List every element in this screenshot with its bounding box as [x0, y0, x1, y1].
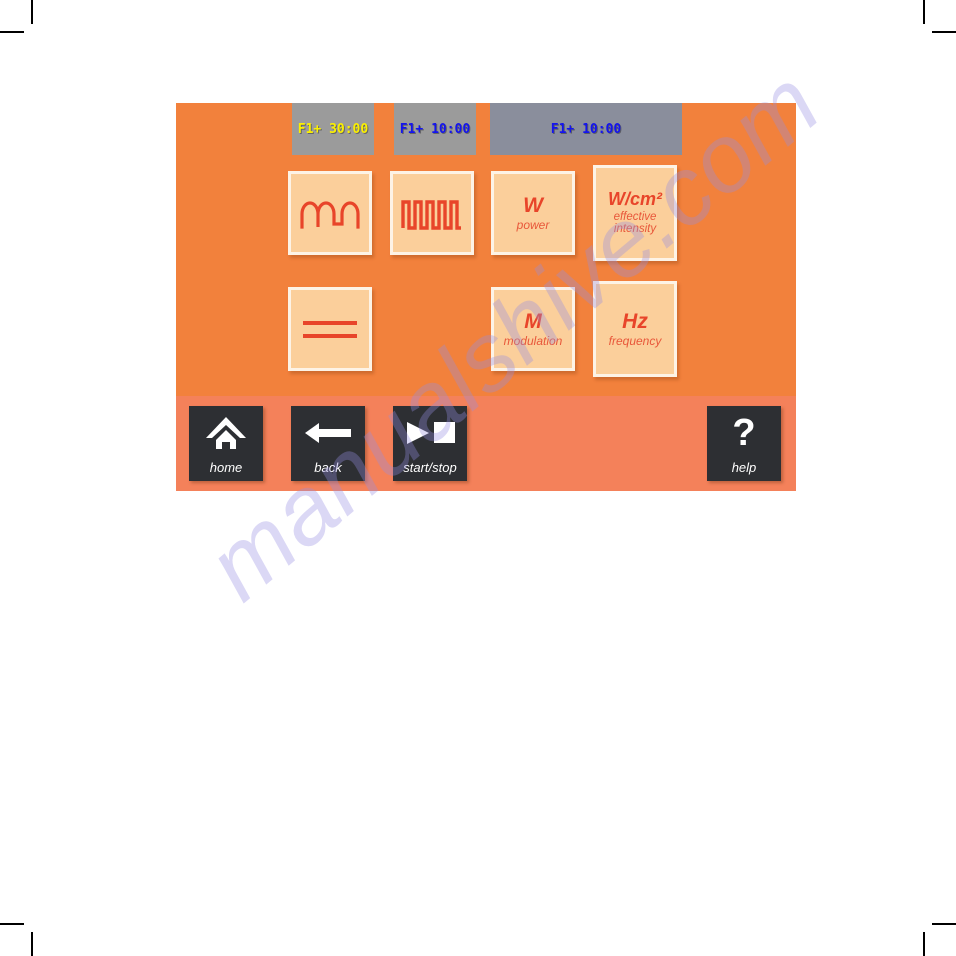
effective-intensity-button[interactable]: W/cm² effective intensity [593, 165, 677, 261]
continuous-wave-icon [301, 316, 359, 342]
crop-mark-top-right-horizontal [932, 31, 956, 33]
start-stop-label: start/stop [403, 460, 457, 475]
power-button[interactable]: W power [491, 171, 575, 255]
program-tab-1[interactable]: F1+ 30:00 [292, 103, 374, 155]
program-tab-3-label: F1+ 10:00 [550, 121, 622, 137]
pulsed-wave-icon [299, 196, 361, 230]
bottom-nav-bar: home back start/stop ? help [176, 396, 796, 491]
crop-mark-bottom-right-horizontal [932, 923, 956, 925]
frequency-label: frequency [608, 333, 662, 348]
crop-mark-top-right-vertical [923, 0, 925, 24]
home-icon [189, 406, 263, 460]
modulation-symbol: M [524, 309, 542, 333]
help-button[interactable]: ? help [707, 406, 781, 481]
crop-mark-top-left-horizontal [0, 31, 24, 33]
question-mark-glyph: ? [732, 412, 756, 454]
home-button[interactable]: home [189, 406, 263, 481]
back-label: back [314, 460, 342, 475]
effective-intensity-label-line1: effective [613, 211, 657, 224]
power-symbol: W [523, 193, 543, 217]
modulation-button[interactable]: M modulation [491, 287, 575, 371]
back-button[interactable]: back [291, 406, 365, 481]
crop-mark-bottom-left-vertical [31, 932, 33, 956]
crop-mark-bottom-right-vertical [923, 932, 925, 956]
play-stop-icon [393, 406, 467, 460]
start-stop-button[interactable]: start/stop [393, 406, 467, 481]
modulation-label: modulation [503, 333, 563, 348]
device-touchscreen: F1+ 30:00 F1+ 10:00 F1+ 10:00 W power W/… [176, 103, 796, 491]
frequency-button[interactable]: Hz frequency [593, 281, 677, 377]
power-label: power [516, 217, 550, 232]
program-tab-2-label: F1+ 10:00 [399, 121, 471, 137]
continuous-wave-button[interactable] [288, 287, 372, 371]
program-tab-3[interactable]: F1+ 10:00 [490, 103, 682, 155]
frequency-symbol: Hz [622, 309, 648, 333]
pulsed-wave-button[interactable] [288, 171, 372, 255]
help-label: help [731, 460, 757, 475]
arrow-left-icon [291, 406, 365, 460]
program-tab-2[interactable]: F1+ 10:00 [394, 103, 476, 155]
square-wave-button[interactable] [390, 171, 474, 255]
effective-intensity-label-line2: intensity [613, 223, 657, 236]
square-wave-icon [401, 196, 463, 230]
program-tab-1-label: F1+ 30:00 [297, 121, 369, 137]
crop-mark-top-left-vertical [31, 0, 33, 24]
program-tab-row: F1+ 30:00 F1+ 10:00 F1+ 10:00 [176, 103, 796, 155]
effective-intensity-symbol: W/cm² [608, 189, 662, 210]
home-label: home [209, 460, 243, 475]
crop-mark-bottom-left-horizontal [0, 923, 24, 925]
question-mark-icon: ? [707, 406, 781, 460]
